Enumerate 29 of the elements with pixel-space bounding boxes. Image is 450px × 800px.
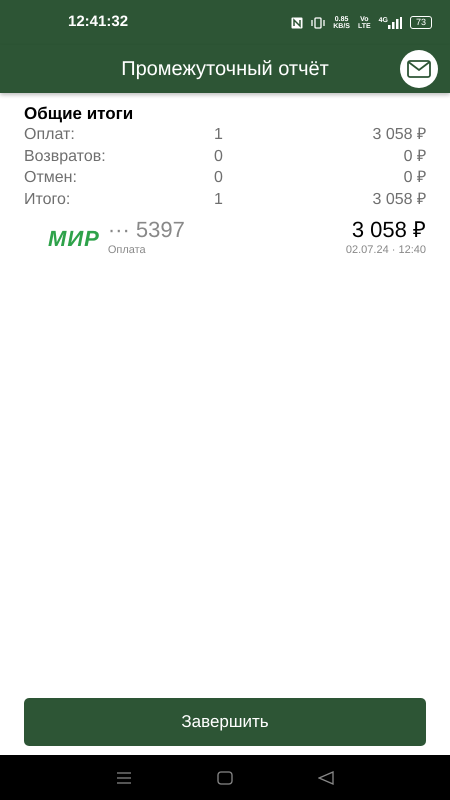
- status-time: 12:41:32: [68, 12, 128, 32]
- transaction-type: Оплата: [108, 243, 147, 258]
- row-label: Оплат:: [24, 125, 76, 146]
- card-number: ··· 5397: [108, 218, 185, 242]
- home-icon[interactable]: [217, 770, 233, 784]
- nfc-icon: [291, 16, 304, 28]
- row-amount: 3 058 ₽: [372, 190, 426, 210]
- row-count: 1: [214, 125, 224, 146]
- row-amount: 3 058 ₽: [372, 125, 426, 146]
- mail-icon[interactable]: [400, 50, 438, 88]
- row-label: Итого:: [24, 190, 72, 210]
- vibrate-icon: [311, 16, 326, 28]
- section-title: Общие итоги: [24, 103, 134, 124]
- row-count: 0: [214, 168, 224, 188]
- row-label: Отмен:: [24, 168, 78, 188]
- screen-title: Промежуточный отчёт: [121, 57, 329, 82]
- row-label: Возвратов:: [24, 146, 107, 167]
- finish-button[interactable]: Завершить: [24, 698, 426, 746]
- back-icon[interactable]: [318, 770, 334, 784]
- row-amount: 0 ₽: [402, 168, 426, 188]
- row-count: 1: [214, 190, 224, 210]
- transaction-amount: 3 058 ₽: [352, 218, 426, 242]
- menu-icon[interactable]: [116, 770, 132, 784]
- row-amount: 0 ₽: [402, 146, 426, 167]
- battery-indicator: 73: [410, 16, 432, 29]
- signal-icon: [388, 16, 402, 28]
- card-logo: МИР: [48, 225, 100, 254]
- transaction-datetime: 02.07.24 · 12:40: [346, 243, 426, 258]
- row-count: 0: [214, 146, 224, 167]
